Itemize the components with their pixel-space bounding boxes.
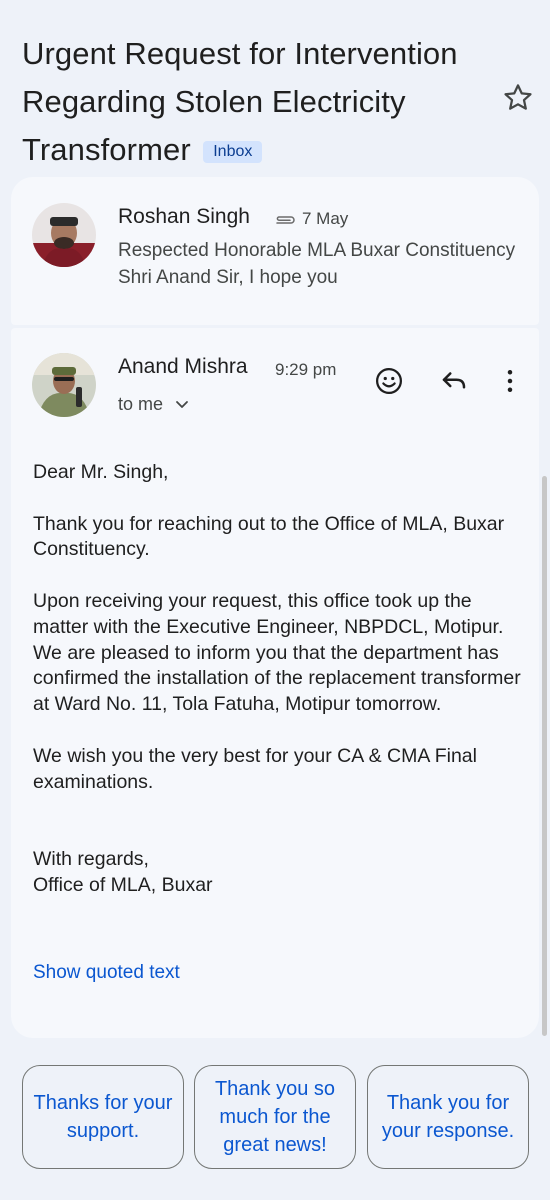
sender-name: Roshan Singh [118, 205, 250, 228]
smart-reply-label: Thanks for your support. [33, 1092, 173, 1142]
expanded-message: Anand Mishra 9:29 pm to me Dear Mr. Sing… [11, 328, 539, 1038]
star-icon [504, 84, 532, 110]
more-vert-icon [507, 370, 513, 392]
star-button[interactable] [500, 80, 536, 116]
smart-reply-label: Thank you so much for the great news! [214, 1078, 336, 1156]
message-snippet: Respected Honorable MLA Buxar Constituen… [118, 240, 516, 288]
smart-reply-label: Thank you for your response. [381, 1092, 515, 1142]
subject-header: Urgent Request for Intervention Regardin… [22, 30, 492, 174]
sender-avatar-roshan[interactable] [32, 203, 96, 267]
more-options-button[interactable] [490, 361, 530, 401]
body-greeting: Dear Mr. Singh, [33, 461, 169, 483]
emoji-react-icon [376, 368, 402, 394]
collapsed-message[interactable]: Roshan Singh 7 May Respected Honorable M… [11, 177, 539, 325]
body-paragraph-1: Thank you for reaching out to the Office… [33, 512, 505, 561]
inbox-label-chip[interactable]: Inbox [203, 140, 263, 163]
email-thread-screen: Urgent Request for Intervention Regardin… [0, 0, 550, 1200]
scrollbar[interactable] [542, 476, 547, 1036]
recipient-toggle[interactable]: to me [118, 394, 190, 415]
reply-button[interactable] [434, 361, 474, 401]
sender-avatar-anand[interactable] [32, 353, 96, 417]
body-signature: Office of MLA, Buxar [33, 873, 213, 896]
emoji-react-button[interactable] [369, 361, 409, 401]
smart-reply-2[interactable]: Thank you so much for the great news! [194, 1065, 356, 1169]
body-paragraph-2: Upon receiving your request, this office… [33, 589, 521, 716]
attachment-icon [273, 213, 297, 232]
message-body: Dear Mr. Singh, Thank you for reaching o… [33, 460, 523, 899]
smart-reply-3[interactable]: Thank you for your response. [367, 1065, 529, 1169]
body-closing: With regards, [33, 847, 149, 870]
smart-reply-1[interactable]: Thanks for your support. [22, 1065, 184, 1169]
message-date: 7 May [302, 209, 349, 228]
chevron-down-icon [176, 401, 188, 409]
body-paragraph-3: We wish you the very best for your CA & … [33, 744, 477, 793]
recipient-label: to me [118, 394, 164, 414]
sender-name: Anand Mishra [118, 355, 248, 378]
show-quoted-text-link[interactable]: Show quoted text [33, 962, 180, 984]
message-time: 9:29 pm [275, 360, 337, 379]
reply-icon [442, 372, 466, 389]
